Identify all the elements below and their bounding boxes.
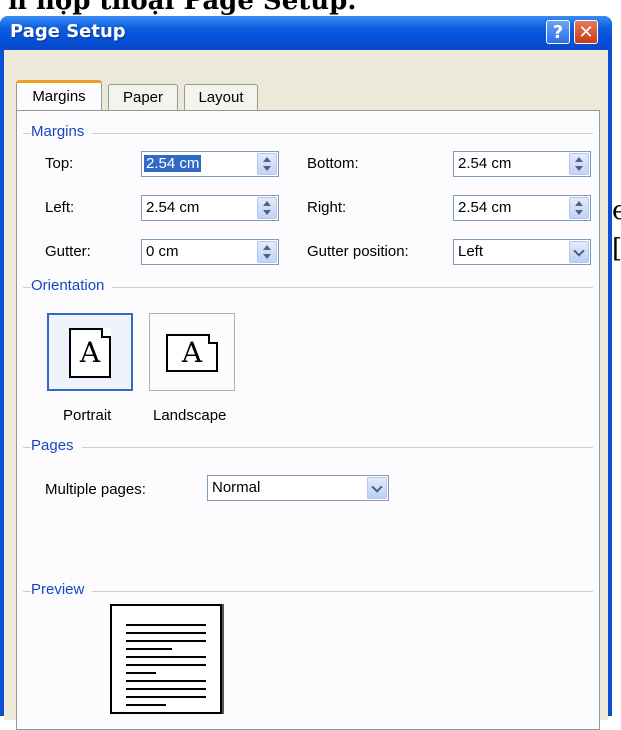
- spin-up-icon: [575, 201, 583, 206]
- preview-text-line: [126, 696, 206, 698]
- right-margin-value: 2.54 cm: [458, 199, 512, 216]
- preview-text-line: [126, 632, 206, 634]
- tab-margins[interactable]: Margins: [16, 80, 102, 110]
- document-text-fragment: e: [612, 196, 621, 226]
- left-margin-label: Left:: [45, 199, 75, 216]
- orientation-group-label: Orientation: [31, 277, 113, 294]
- group-divider: [23, 447, 593, 448]
- landscape-label[interactable]: Landscape: [153, 407, 226, 424]
- right-margin-spinner[interactable]: 2.54 cm: [453, 195, 591, 221]
- portrait-page-icon: A: [69, 328, 111, 378]
- tab-paper[interactable]: Paper: [108, 84, 178, 110]
- help-icon: ?: [552, 21, 564, 43]
- group-divider: [23, 133, 593, 134]
- dropdown-button[interactable]: [569, 241, 589, 263]
- portrait-label[interactable]: Portrait: [63, 407, 111, 424]
- tab-margins-label: Margins: [32, 88, 86, 105]
- group-divider: [23, 591, 593, 592]
- spin-down-icon: [575, 210, 583, 215]
- spin-buttons[interactable]: [257, 153, 277, 175]
- spin-up-icon: [263, 201, 271, 206]
- multiple-pages-select[interactable]: Normal: [207, 475, 389, 501]
- document-heading: n hộp thoại Page Setup.: [8, 0, 357, 16]
- bottom-margin-spinner[interactable]: 2.54 cm: [453, 151, 591, 177]
- gutter-position-value: Left: [458, 243, 484, 260]
- preview-text-line: [126, 648, 172, 650]
- top-margin-label: Top:: [45, 155, 74, 172]
- tab-layout-label: Layout: [198, 89, 244, 106]
- chevron-down-icon: [573, 245, 585, 257]
- bottom-margin-value: 2.54 cm: [458, 155, 512, 172]
- left-margin-spinner[interactable]: 2.54 cm: [141, 195, 279, 221]
- spin-buttons[interactable]: [257, 241, 277, 263]
- spin-down-icon: [263, 254, 271, 259]
- preview-text-line: [126, 640, 206, 642]
- preview-group-label: Preview: [31, 581, 93, 598]
- tab-panel-margins: Margins Top: 2.54 cm Bottom: 2.54 cm Lef…: [16, 110, 600, 730]
- portrait-letter: A: [79, 336, 101, 369]
- spin-buttons[interactable]: [569, 197, 589, 219]
- title-bar: Page Setup ? ✕: [0, 16, 612, 50]
- top-margin-spinner[interactable]: 2.54 cm: [141, 151, 279, 177]
- portrait-button[interactable]: A: [47, 313, 133, 391]
- window-title: Page Setup: [10, 21, 126, 42]
- landscape-button[interactable]: A: [149, 313, 235, 391]
- gutter-label: Gutter:: [45, 243, 91, 260]
- multiple-pages-label: Multiple pages:: [45, 481, 146, 498]
- spin-buttons[interactable]: [257, 197, 277, 219]
- preview-text-line: [126, 704, 166, 706]
- spin-buttons[interactable]: [569, 153, 589, 175]
- gutter-position-label: Gutter position:: [307, 243, 409, 260]
- dialog-body: Margins Paper Layout Margins Top: 2.54 c…: [4, 50, 608, 730]
- tab-layout[interactable]: Layout: [184, 84, 258, 110]
- landscape-page-icon: A: [166, 334, 218, 372]
- spin-up-icon: [575, 157, 583, 162]
- right-margin-label: Right:: [307, 199, 347, 216]
- spin-up-icon: [263, 157, 271, 162]
- preview-text-line: [126, 672, 156, 674]
- spin-down-icon: [263, 166, 271, 171]
- preview-text-line: [126, 688, 206, 690]
- preview-page-thumbnail: [110, 604, 222, 714]
- spin-down-icon: [575, 166, 583, 171]
- close-button[interactable]: ✕: [574, 20, 598, 44]
- bottom-margin-label: Bottom:: [307, 155, 359, 172]
- tab-paper-label: Paper: [122, 89, 164, 106]
- gutter-position-select[interactable]: Left: [453, 239, 591, 265]
- preview-text-line: [126, 624, 206, 626]
- help-button[interactable]: ?: [546, 20, 570, 44]
- left-margin-value: 2.54 cm: [146, 199, 200, 216]
- document-text-fragment: [: [612, 234, 621, 264]
- margins-group-label: Margins: [31, 123, 93, 140]
- preview-text-line: [126, 664, 206, 666]
- landscape-letter: A: [181, 336, 203, 369]
- dropdown-button[interactable]: [367, 477, 387, 499]
- top-margin-value: 2.54 cm: [144, 155, 202, 172]
- spin-up-icon: [263, 245, 271, 250]
- gutter-spinner[interactable]: 0 cm: [141, 239, 279, 265]
- preview-text-line: [126, 680, 206, 682]
- pages-group-label: Pages: [31, 437, 82, 454]
- spin-down-icon: [263, 210, 271, 215]
- page-setup-dialog: Page Setup ? ✕ Margins Paper Layout Marg…: [0, 16, 612, 730]
- chevron-down-icon: [371, 481, 383, 493]
- multiple-pages-value: Normal: [212, 479, 261, 496]
- preview-text-line: [126, 656, 206, 658]
- gutter-value: 0 cm: [146, 243, 179, 260]
- close-icon: ✕: [578, 21, 594, 43]
